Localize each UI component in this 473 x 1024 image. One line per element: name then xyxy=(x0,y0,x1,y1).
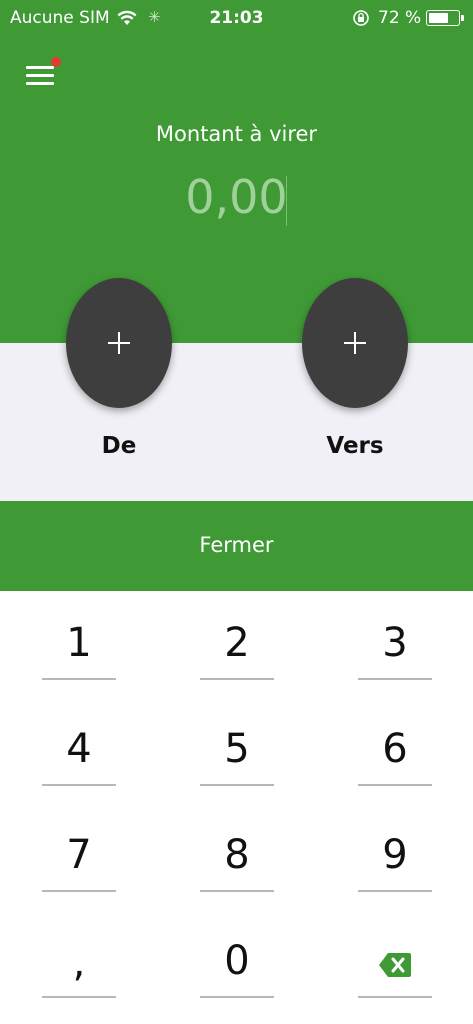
key-underline xyxy=(358,784,432,786)
add-to-account-button[interactable] xyxy=(302,278,408,408)
key-underline xyxy=(42,996,116,998)
key-0[interactable]: 0 xyxy=(200,938,274,984)
key-underline xyxy=(42,890,116,892)
rotation-lock-icon xyxy=(352,9,370,32)
menu-button[interactable] xyxy=(26,57,61,88)
status-bar: Aucune SIM ✳ 21:03 72 % xyxy=(0,0,473,38)
backspace-button[interactable] xyxy=(379,953,411,977)
key-underline xyxy=(42,784,116,786)
amount-input[interactable]: 0,00 xyxy=(0,170,473,224)
close-button-label: Fermer xyxy=(199,533,274,557)
key-underline xyxy=(200,784,274,786)
battery-percent: 72 % xyxy=(378,8,422,28)
key-underline xyxy=(358,890,432,892)
key-8[interactable]: 8 xyxy=(200,832,274,878)
key-underline xyxy=(200,996,274,998)
add-from-account-button[interactable] xyxy=(66,278,172,408)
amount-label: Montant à virer xyxy=(155,122,318,146)
text-cursor xyxy=(286,176,287,226)
key-3[interactable]: 3 xyxy=(358,620,432,666)
key-comma[interactable]: , xyxy=(42,940,116,986)
battery-fill xyxy=(429,13,449,23)
key-underline xyxy=(200,890,274,892)
key-underline xyxy=(200,678,274,680)
notification-dot xyxy=(51,57,61,67)
backspace-icon xyxy=(379,953,411,977)
key-6[interactable]: 6 xyxy=(358,726,432,772)
key-underline xyxy=(358,996,432,998)
key-4[interactable]: 4 xyxy=(42,726,116,772)
key-2[interactable]: 2 xyxy=(200,620,274,666)
key-7[interactable]: 7 xyxy=(42,832,116,878)
key-5[interactable]: 5 xyxy=(200,726,274,772)
to-account-label: Vers xyxy=(326,433,384,459)
key-1[interactable]: 1 xyxy=(42,620,116,666)
key-9[interactable]: 9 xyxy=(358,832,432,878)
key-underline xyxy=(358,678,432,680)
from-account-label: De xyxy=(101,433,137,459)
battery-icon xyxy=(426,10,464,26)
key-underline xyxy=(42,678,116,680)
